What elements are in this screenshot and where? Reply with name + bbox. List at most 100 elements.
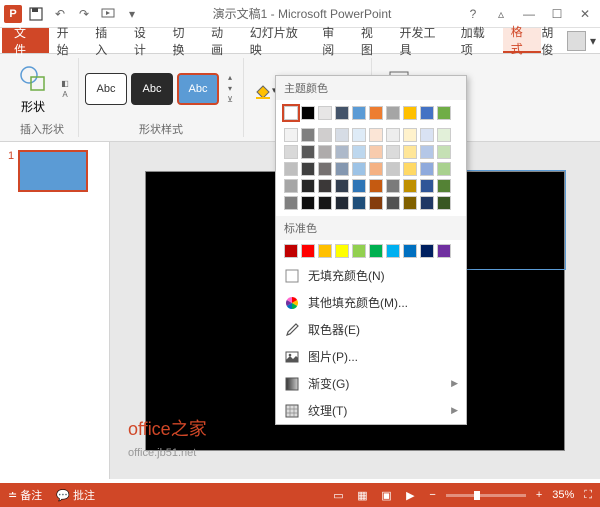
reading-view-button[interactable]: ▣ <box>377 487 395 503</box>
tint-color-swatch[interactable] <box>369 196 383 210</box>
tab-review[interactable]: 审阅 <box>314 28 353 53</box>
text-box-button[interactable]: A <box>58 89 72 99</box>
user-name[interactable]: 胡俊 <box>541 24 563 58</box>
theme-color-swatch[interactable] <box>318 106 332 120</box>
tint-color-swatch[interactable] <box>420 196 434 210</box>
tab-developer[interactable]: 开发工具 <box>392 28 453 53</box>
notes-button[interactable]: ≐ 备注 <box>8 487 42 503</box>
tint-color-swatch[interactable] <box>403 128 417 142</box>
tint-color-swatch[interactable] <box>403 179 417 193</box>
qat-customize-dropdown[interactable]: ▾ <box>122 4 142 24</box>
theme-color-swatch[interactable] <box>437 106 451 120</box>
zoom-level[interactable]: 35% <box>552 489 574 501</box>
zoom-slider[interactable] <box>446 494 526 497</box>
ribbon-display-options-button[interactable]: ▵ <box>490 4 512 24</box>
tint-color-swatch[interactable] <box>369 179 383 193</box>
theme-color-swatch[interactable] <box>284 106 298 120</box>
tab-format[interactable]: 格式 <box>503 28 542 53</box>
shape-style-2[interactable]: Abc <box>131 73 173 105</box>
tint-color-swatch[interactable] <box>318 128 332 142</box>
style-gallery-down[interactable]: ▾ <box>223 84 237 94</box>
tint-color-swatch[interactable] <box>301 196 315 210</box>
theme-color-swatch[interactable] <box>301 106 315 120</box>
shapes-gallery-button[interactable]: 形状 <box>12 60 54 117</box>
standard-color-swatch[interactable] <box>284 244 298 258</box>
edit-shape-button[interactable]: ◧ <box>58 78 72 88</box>
more-colors-item[interactable]: 其他填充颜色(M)... <box>276 289 466 316</box>
tint-color-swatch[interactable] <box>437 145 451 159</box>
tab-design[interactable]: 设计 <box>126 28 165 53</box>
tint-color-swatch[interactable] <box>352 128 366 142</box>
tint-color-swatch[interactable] <box>335 128 349 142</box>
zoom-slider-handle[interactable] <box>474 491 480 500</box>
standard-color-swatch[interactable] <box>386 244 400 258</box>
save-button[interactable] <box>26 4 46 24</box>
tint-color-swatch[interactable] <box>386 128 400 142</box>
tint-color-swatch[interactable] <box>318 162 332 176</box>
start-slideshow-button[interactable] <box>98 4 118 24</box>
tint-color-swatch[interactable] <box>420 145 434 159</box>
tint-color-swatch[interactable] <box>386 196 400 210</box>
tab-home[interactable]: 开始 <box>49 28 88 53</box>
tint-color-swatch[interactable] <box>437 128 451 142</box>
theme-color-swatch[interactable] <box>352 106 366 120</box>
tab-slideshow[interactable]: 幻灯片放映 <box>242 28 315 53</box>
tint-color-swatch[interactable] <box>318 196 332 210</box>
tab-transitions[interactable]: 切换 <box>165 28 204 53</box>
tint-color-swatch[interactable] <box>352 196 366 210</box>
help-button[interactable]: ? <box>462 4 484 24</box>
theme-color-swatch[interactable] <box>386 106 400 120</box>
tab-view[interactable]: 视图 <box>353 28 392 53</box>
slideshow-view-button[interactable]: ▶ <box>401 487 419 503</box>
fit-to-window-button[interactable]: ⛶ <box>584 489 592 502</box>
tint-color-swatch[interactable] <box>335 179 349 193</box>
picture-fill-item[interactable]: 图片(P)... <box>276 343 466 370</box>
maximize-button[interactable]: ☐ <box>546 4 568 24</box>
tab-file[interactable]: 文件 <box>2 28 49 53</box>
tint-color-swatch[interactable] <box>335 145 349 159</box>
no-fill-item[interactable]: 无填充颜色(N) <box>276 262 466 289</box>
close-button[interactable]: ✕ <box>574 4 596 24</box>
standard-color-swatch[interactable] <box>403 244 417 258</box>
style-gallery-more[interactable]: ⊻ <box>223 95 237 105</box>
zoom-out-button[interactable]: − <box>429 489 435 501</box>
tint-color-swatch[interactable] <box>284 128 298 142</box>
tab-animations[interactable]: 动画 <box>203 28 242 53</box>
standard-color-swatch[interactable] <box>437 244 451 258</box>
standard-color-swatch[interactable] <box>318 244 332 258</box>
standard-color-swatch[interactable] <box>335 244 349 258</box>
tint-color-swatch[interactable] <box>403 196 417 210</box>
user-avatar-icon[interactable] <box>567 31 586 51</box>
tint-color-swatch[interactable] <box>369 162 383 176</box>
theme-color-swatch[interactable] <box>403 106 417 120</box>
tint-color-swatch[interactable] <box>301 162 315 176</box>
standard-color-swatch[interactable] <box>352 244 366 258</box>
tint-color-swatch[interactable] <box>301 179 315 193</box>
theme-color-swatch[interactable] <box>335 106 349 120</box>
tint-color-swatch[interactable] <box>335 162 349 176</box>
style-gallery-up[interactable]: ▴ <box>223 73 237 83</box>
tint-color-swatch[interactable] <box>386 162 400 176</box>
standard-color-swatch[interactable] <box>369 244 383 258</box>
gradient-fill-item[interactable]: 渐变(G) ▶ <box>276 370 466 397</box>
tint-color-swatch[interactable] <box>284 179 298 193</box>
tint-color-swatch[interactable] <box>403 145 417 159</box>
tint-color-swatch[interactable] <box>318 145 332 159</box>
comments-button[interactable]: 💬 批注 <box>56 487 95 503</box>
tint-color-swatch[interactable] <box>420 128 434 142</box>
tab-insert[interactable]: 插入 <box>87 28 126 53</box>
theme-color-swatch[interactable] <box>369 106 383 120</box>
eyedropper-item[interactable]: 取色器(E) <box>276 316 466 343</box>
tint-color-swatch[interactable] <box>420 162 434 176</box>
zoom-in-button[interactable]: + <box>536 489 542 501</box>
shape-style-3[interactable]: Abc <box>177 73 219 105</box>
slide-sorter-button[interactable]: ▦ <box>353 487 371 503</box>
tint-color-swatch[interactable] <box>369 128 383 142</box>
tint-color-swatch[interactable] <box>352 145 366 159</box>
undo-button[interactable]: ↶ <box>50 4 70 24</box>
tint-color-swatch[interactable] <box>301 145 315 159</box>
tint-color-swatch[interactable] <box>437 179 451 193</box>
tint-color-swatch[interactable] <box>335 196 349 210</box>
slide-thumbnails-panel[interactable]: 1 <box>0 142 110 479</box>
standard-color-swatch[interactable] <box>301 244 315 258</box>
